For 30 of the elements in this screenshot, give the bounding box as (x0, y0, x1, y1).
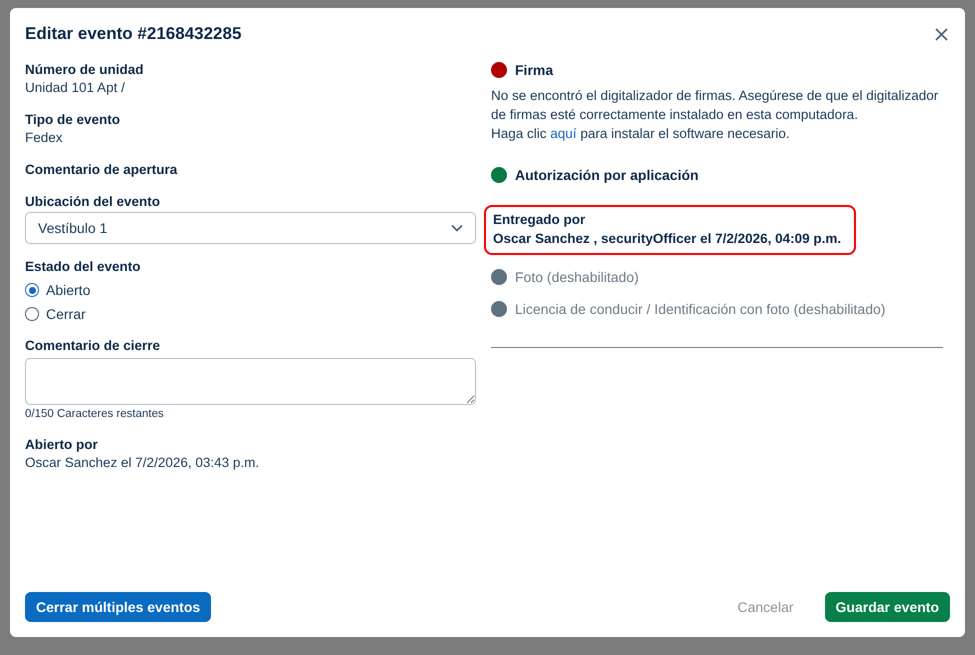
field-label: Abierto por (25, 437, 99, 452)
install-link[interactable]: aquí (550, 126, 577, 141)
field-label: Ubicación del evento (25, 194, 162, 209)
status-label: Foto (deshabilitado) (515, 269, 639, 285)
field-value: Oscar Sanchez , securityOfficer el 7/2/2026, 04:09 p.m. (493, 231, 842, 246)
location-select[interactable]: Vestíbulo 1 (25, 212, 476, 244)
dialog-title: Editar evento #2168432285 (25, 24, 242, 44)
field-value: Oscar Sanchez el 7/2/2026, 03:43 p.m. (25, 455, 260, 470)
radio-label: Cerrar (46, 306, 86, 322)
field-label: Comentario de cierre (25, 338, 162, 353)
field-label: Tipo de evento (25, 112, 122, 127)
field-label: Entregado por (493, 212, 586, 227)
status-label: Firma (515, 62, 554, 78)
cancel-button[interactable]: Cancelar (726, 592, 805, 622)
radio-button[interactable] (25, 307, 39, 321)
error-message: No se encontró el digitalizador de firmas. Asegúrese de que el digitalizador de firmas esté correctamente instalado en esta computadora. Haga clic aquí para instalar el software necesario. (491, 87, 940, 143)
status-label: Autorización por aplicación (515, 167, 699, 183)
radio-button[interactable] (25, 283, 39, 297)
radio-label: Abierto (46, 282, 90, 298)
field-value: Fedex (25, 130, 64, 145)
close-multiple-button[interactable]: Cerrar múltiples eventos (25, 592, 212, 622)
field-label: Comentario de apertura (25, 162, 178, 177)
status-label: Licencia de conducir / Identificación con foto (deshabilitado) (515, 301, 886, 317)
field-label: Estado del evento (25, 259, 142, 274)
save-button[interactable]: Guardar evento (824, 592, 950, 622)
chevron-down-icon (451, 224, 463, 232)
character-counter: 0/150 Caracteres restantes (25, 408, 165, 420)
field-value: Unidad 101 Apt / (25, 80, 126, 95)
field-label: Número de unidad (25, 62, 145, 77)
close-icon (934, 28, 948, 40)
